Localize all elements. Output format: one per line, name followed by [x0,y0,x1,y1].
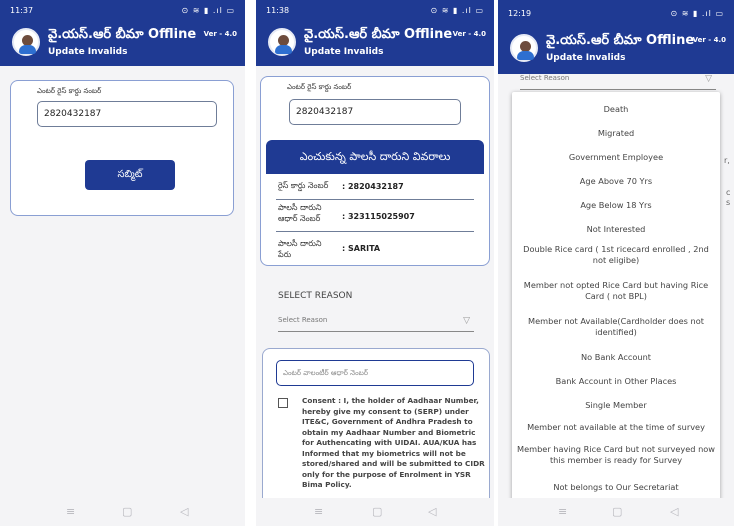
dropdown-arrow-icon: ▽ [463,316,470,326]
select-reason-dropdown[interactable]: Select Reason ▽ [520,74,716,90]
back-icon[interactable]: ◁ [428,505,436,518]
background-text-fragment: c [726,188,731,197]
reason-option[interactable]: Double Rice card ( 1st ricecard enrolled… [512,244,720,266]
policy-holder-details-title: ఎంచుకున్న పాలసీ దారుని వివరాలు [266,140,484,174]
reason-option[interactable]: Member not Available(Cardholder does not… [512,316,720,338]
app-subtitle: Update Invalids [546,53,626,63]
status-time: 12:19 [508,9,532,18]
detail-value: : 323115025907 [342,212,415,221]
menu-icon[interactable]: ≡ [66,505,75,518]
detail-row-name: పాలసీ దారుని పేరు : SARITA [276,236,474,262]
reason-option[interactable]: Single Member [512,400,720,411]
menu-icon[interactable]: ≡ [314,505,323,518]
rice-card-form-card: ఎంటర్ రైస్ కార్డు నంబర్ 2820432187 సబ్మి… [10,80,234,216]
detail-key: రైస్ కార్డు నెంబర్ [278,181,329,190]
app-title: వై.యస్.ఆర్ బీమా Offline [546,33,695,48]
rice-card-label: ఎంటర్ రైస్ కార్డు నంబర్ [37,87,102,95]
app-subtitle: Update Invalids [48,47,128,57]
detail-key: పాలసీ దారుని పేరు [278,239,322,259]
select-reason-placeholder: Select Reason [520,74,570,82]
select-reason-heading: SELECT REASON [278,291,353,301]
status-bar: 11:38 ⊙ ≋ ▮ .ıl ▭ [256,0,494,22]
reason-option[interactable]: Member having Rice Card but not surveyed… [512,444,720,466]
status-icons: ⊙ ≋ ▮ .ıl ▭ [181,6,235,15]
detail-row-rice-card: రైస్ కార్డు నెంబర్ : 2820432187 [276,178,474,200]
consent-checkbox[interactable] [278,398,288,408]
rice-card-input[interactable]: 2820432187 [289,99,461,125]
back-icon[interactable]: ◁ [670,505,678,518]
status-icons: ⊙ ≋ ▮ .ıl ▭ [670,9,724,18]
screenshot-stage: 11:37 ⊙ ≋ ▮ .ıl ▭ వై.యస్.ఆర్ బీమా Offlin… [0,0,734,526]
reason-option[interactable]: Age Below 18 Yrs [512,200,720,211]
home-icon[interactable]: ▢ [372,505,382,518]
app-logo-icon [12,28,40,56]
detail-value: : 2820432187 [342,182,404,191]
volunteer-aadhaar-input[interactable]: ఎంటర్ వాలంటీర్ ఆధార్ నెంబర్ [276,360,474,386]
background-text-fragment: r, [724,156,730,165]
detail-key: పాలసీ దారుని ఆధార్ నెంబర్ [278,203,322,223]
status-time: 11:37 [10,6,34,15]
reason-option[interactable]: Member not opted Rice Card but having Ri… [512,280,720,302]
status-bar: 12:19 ⊙ ≋ ▮ .ıl ▭ [498,0,734,28]
reason-option[interactable]: No Bank Account [512,352,720,363]
version-label: Ver - 4.0 [203,30,237,38]
select-reason-placeholder: Select Reason [278,316,328,324]
detail-row-aadhaar: పాలసీ దారుని ఆధార్ నెంబర్ : 323115025907 [276,200,474,232]
reason-option[interactable]: Member not available at the time of surv… [512,422,720,433]
reason-option[interactable]: Bank Account in Other Places [512,376,720,387]
phone-screen-reason-dropdown: 12:19 ⊙ ≋ ▮ .ıl ▭ వై.యస్.ఆర్ బీమా Offlin… [498,0,734,526]
android-nav-bar: ≡ ▢ ◁ [256,498,494,526]
android-nav-bar: ≡ ▢ ◁ [0,498,245,526]
reason-option[interactable]: Death [512,104,720,115]
dropdown-arrow-icon: ▽ [705,74,712,84]
reason-option[interactable]: Not belongs to Our Secretariat [512,482,720,493]
reason-option[interactable]: Not Interested [512,224,720,235]
app-logo-icon [510,34,538,62]
reason-option[interactable]: Government Employee [512,152,720,163]
menu-icon[interactable]: ≡ [558,505,567,518]
reason-option[interactable]: Migrated [512,128,720,139]
home-icon[interactable]: ▢ [122,505,132,518]
app-logo-icon [268,28,296,56]
version-label: Ver - 4.0 [692,36,726,44]
app-subtitle: Update Invalids [304,47,384,57]
detail-value: : SARITA [342,244,381,253]
rice-card-label: ఎంటర్ రైస్ కార్డు నంబర్ [287,83,352,91]
rice-card-input[interactable]: 2820432187 [37,101,217,127]
app-bar: వై.యస్.ఆర్ బీమా Offline Update Invalids … [0,22,245,66]
reason-dropdown-menu: Death Migrated Government Employee Age A… [512,92,720,502]
status-bar: 11:37 ⊙ ≋ ▮ .ıl ▭ [0,0,245,22]
back-icon[interactable]: ◁ [180,505,188,518]
app-bar: వై.యస్.ఆర్ బీమా Offline Update Invalids … [498,28,734,74]
consent-text: Consent : I, the holder of Aadhaar Numbe… [302,396,485,489]
status-time: 11:38 [266,6,290,15]
version-label: Ver - 4.0 [452,30,486,38]
app-title: వై.యస్.ఆర్ బీమా Offline [304,27,453,42]
app-bar: వై.యస్.ఆర్ బీమా Offline Update Invalids … [256,22,494,66]
app-title: వై.యస్.ఆర్ బీమా Offline [48,27,197,42]
phone-screen-enter-rice-card: 11:37 ⊙ ≋ ▮ .ıl ▭ వై.యస్.ఆర్ బీమా Offlin… [0,0,245,526]
submit-button[interactable]: సబ్మిట్ [85,160,175,190]
phone-screen-policy-details: 11:38 ⊙ ≋ ▮ .ıl ▭ వై.యస్.ఆర్ బీమా Offlin… [256,0,494,526]
android-nav-bar: ≡ ▢ ◁ [498,498,734,526]
select-reason-dropdown[interactable]: Select Reason ▽ [278,316,474,332]
status-icons: ⊙ ≋ ▮ .ıl ▭ [430,6,484,15]
home-icon[interactable]: ▢ [612,505,622,518]
reason-option[interactable]: Age Above 70 Yrs [512,176,720,187]
background-text-fragment: s [726,198,731,207]
